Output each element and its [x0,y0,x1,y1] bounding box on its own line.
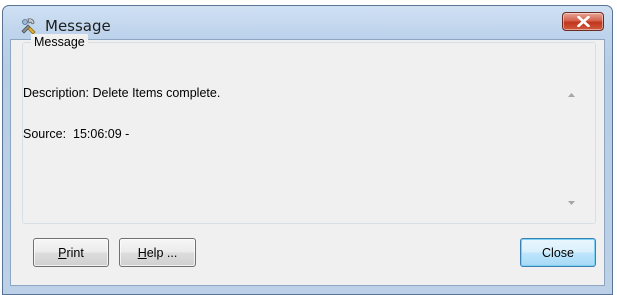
print-mnemonic: P [58,245,67,260]
scroll-up-icon[interactable] [567,92,576,98]
message-description: Description: Delete Items complete. [23,86,221,100]
vertical-scrollbar[interactable] [563,82,580,216]
message-source: Source: 15:06:09 - [23,127,130,141]
help-label: elp ... [146,245,178,260]
print-button[interactable]: Print [33,238,109,267]
close-button[interactable]: Close [520,238,596,267]
groupbox-legend: Message [31,34,88,50]
close-icon [577,16,590,27]
help-button[interactable]: Help ... [119,238,196,267]
window-close-button[interactable] [562,12,604,31]
close-label: Close [542,245,574,260]
window-title: Message [45,17,111,35]
print-label: rint [66,245,84,260]
tools-icon [19,16,39,36]
title-bar[interactable]: Message [3,6,612,40]
help-mnemonic: H [137,245,147,260]
scroll-down-icon[interactable] [567,200,576,206]
